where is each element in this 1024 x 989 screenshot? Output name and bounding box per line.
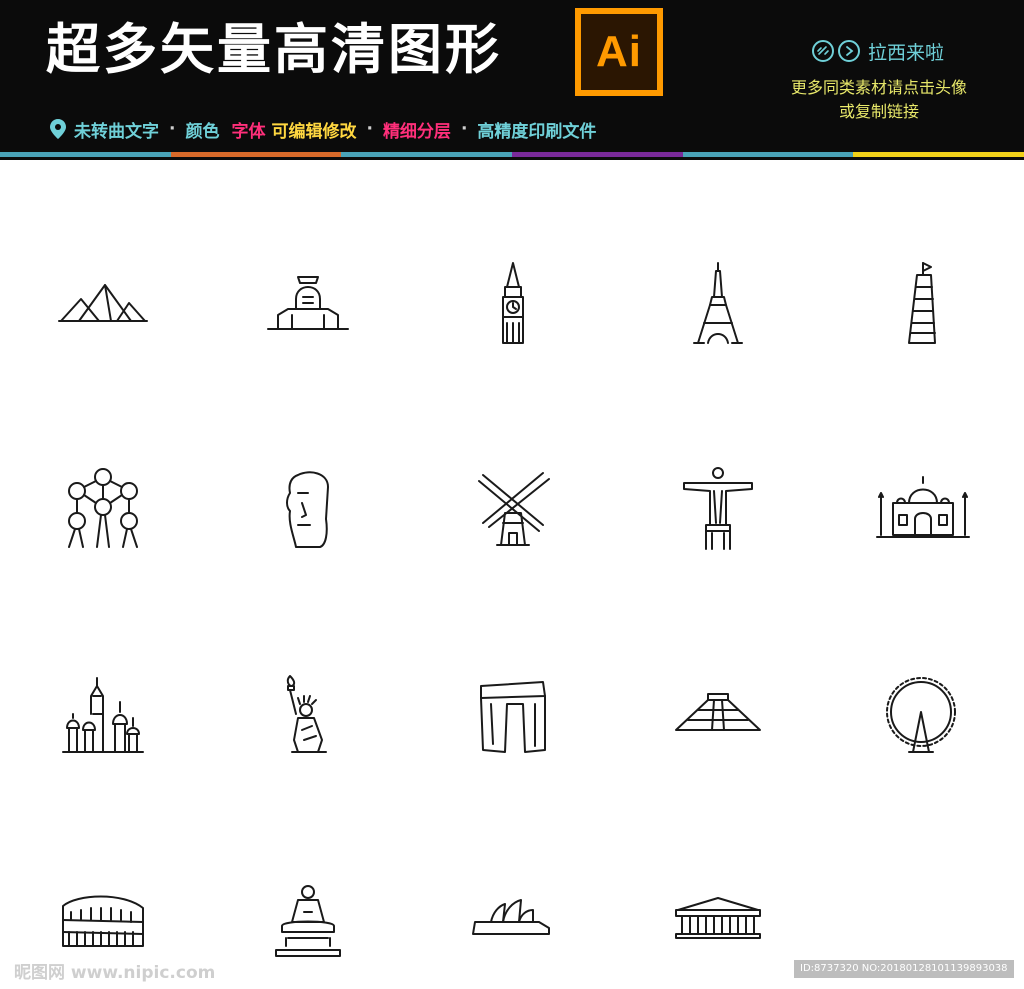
feature-editable: 可编辑修改: [271, 121, 357, 142]
more-line-2: 或复制链接: [838, 102, 919, 121]
more-line-1: 更多同类素材请点击头像: [790, 78, 967, 97]
link-icon: [812, 40, 834, 62]
more-materials-note: 更多同类素材请点击头像 或复制链接: [770, 76, 988, 124]
bar-seg-6: [853, 152, 1024, 157]
stonehenge-icon: [463, 670, 563, 770]
author-link[interactable]: 拉西来啦: [812, 38, 944, 64]
feature-line: 未转曲文字 · 颜色 字体 可编辑修改 · 精细分层 · 高精度印刷文件: [48, 116, 596, 142]
author-name: 拉西来啦: [868, 41, 945, 64]
st-basils-cathedral-icon: [53, 670, 153, 770]
leaning-tower-pisa-icon: [873, 253, 973, 353]
chevron-right-icon: [838, 40, 860, 62]
chichen-itza-icon: [668, 670, 768, 770]
buddha-statue-icon: [258, 876, 358, 976]
watermark-site: 昵图网 www.nipic.com: [14, 963, 216, 983]
feature-print: 高精度印刷文件: [477, 121, 597, 142]
statue-of-liberty-icon: [258, 670, 358, 770]
separator: ·: [460, 119, 468, 139]
taj-mahal-icon: [873, 463, 973, 563]
bar-seg-4: [512, 152, 683, 157]
feature-font: 字体: [231, 121, 266, 142]
christ-redeemer-icon: [668, 463, 768, 563]
separator: ·: [366, 119, 373, 139]
feature-color: 颜色: [185, 121, 220, 142]
illustrator-logo: Ai: [575, 8, 663, 96]
color-bar: [0, 152, 1024, 157]
feature-unconverted-text: 未转曲文字: [74, 121, 159, 142]
bar-seg-2: [170, 152, 342, 157]
bar-seg-1: [0, 152, 171, 157]
eiffel-tower-icon: [668, 253, 768, 353]
logo-text: Ai: [581, 14, 657, 90]
parthenon-icon: [668, 876, 768, 976]
moai-icon: [258, 463, 358, 563]
location-pin-icon: [50, 119, 66, 139]
separator: ·: [169, 119, 176, 139]
header-banner: 超多矢量高清图形 Ai 未转曲文字 · 颜色 字体 可编辑修改 · 精细分层 · …: [0, 0, 1024, 160]
big-ben-icon: [463, 253, 563, 353]
page-title: 超多矢量高清图形: [46, 18, 502, 81]
watermark-id: ID:8737320 NO:20180128101139893038: [794, 960, 1014, 978]
pyramids-icon: [53, 253, 153, 353]
windmill-icon: [463, 463, 563, 563]
bar-seg-5: [682, 152, 854, 157]
atomium-icon: [53, 463, 153, 563]
bar-seg-3: [341, 152, 513, 157]
sydney-opera-house-icon: [463, 876, 563, 976]
sphinx-icon: [258, 253, 358, 353]
ferris-wheel-icon: [873, 670, 973, 770]
feature-layers: 精细分层: [382, 121, 451, 142]
